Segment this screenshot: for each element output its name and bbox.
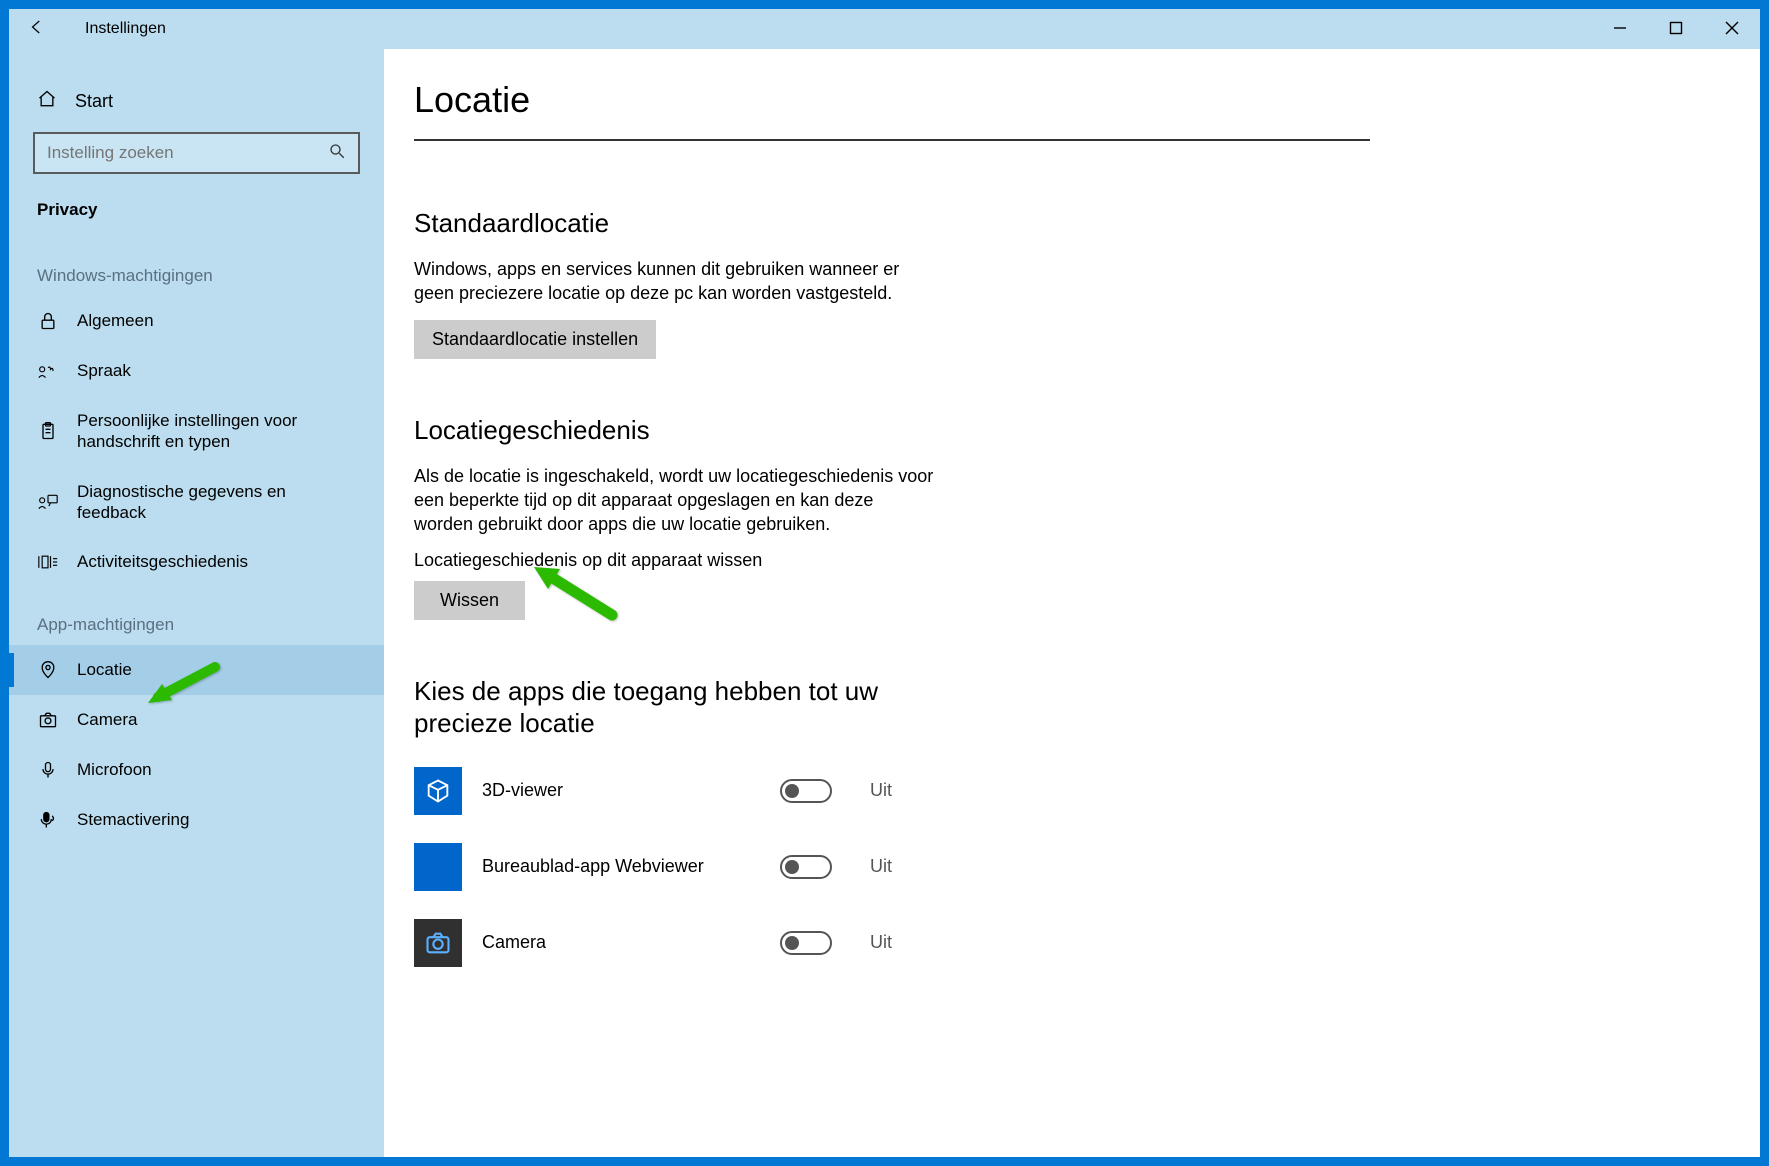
sidebar-item-label: Camera: [77, 709, 356, 730]
truncated-line: [414, 127, 1650, 148]
section-default-location-desc: Windows, apps en services kunnen dit geb…: [414, 257, 934, 306]
category-label: Privacy: [9, 194, 384, 238]
app-icon-camera: [414, 919, 462, 967]
sidebar-item-diagnostics[interactable]: Diagnostische gegevens en feedback: [9, 467, 384, 538]
maximize-button[interactable]: [1648, 21, 1704, 38]
sidebar-item-label: Microfoon: [77, 759, 356, 780]
app-toggle-state: Uit: [870, 932, 892, 953]
settings-window: Instellingen Start: [8, 8, 1761, 1158]
page-title: Locatie: [414, 79, 1650, 121]
app-name: Bureaublad-app Webviewer: [482, 856, 752, 877]
home-icon: [37, 89, 57, 114]
section-history-desc: Als de locatie is ingeschakeld, wordt uw…: [414, 464, 934, 537]
sidebar-item-location[interactable]: Locatie: [9, 645, 384, 695]
app-row-camera: Camera Uit: [414, 919, 1650, 967]
sidebar-item-label: Persoonlijke instellingen voor handschri…: [77, 410, 356, 453]
home-label: Start: [75, 91, 113, 112]
sidebar-item-label: Algemeen: [77, 310, 356, 331]
sidebar-item-voice-activation[interactable]: Stemactivering: [9, 795, 384, 845]
app-name: Camera: [482, 932, 752, 953]
clipboard-icon: [37, 420, 59, 442]
search-wrap: [9, 124, 384, 194]
clear-history-button[interactable]: Wissen: [414, 581, 525, 620]
section-history-title: Locatiegeschiedenis: [414, 415, 1650, 446]
app-row-3d-viewer: 3D-viewer Uit: [414, 767, 1650, 815]
set-default-location-button[interactable]: Standaardlocatie instellen: [414, 320, 656, 359]
app-icon-webviewer: [414, 843, 462, 891]
sidebar-item-microphone[interactable]: Microfoon: [9, 745, 384, 795]
app-icon-3d: [414, 767, 462, 815]
mic-icon: [37, 759, 59, 781]
sidebar-item-home[interactable]: Start: [9, 79, 384, 124]
app-row-webviewer: Bureaublad-app Webviewer Uit: [414, 843, 1650, 891]
clear-history-label: Locatiegeschiedenis op dit apparaat wiss…: [414, 550, 1650, 571]
camera-icon: [37, 709, 59, 731]
app-toggle[interactable]: [780, 855, 832, 879]
sidebar-item-label: Diagnostische gegevens en feedback: [77, 481, 356, 524]
sidebar: Start Privacy Windows-machtigingen Algem…: [9, 49, 384, 1157]
sidebar-item-label: Stemactivering: [77, 809, 356, 830]
voice-icon: [37, 809, 59, 831]
search-input[interactable]: [33, 132, 360, 174]
app-toggle-state: Uit: [870, 856, 892, 877]
speech-icon: [37, 360, 59, 382]
app-toggle-state: Uit: [870, 780, 892, 801]
close-button[interactable]: [1704, 21, 1760, 38]
titlebar: Instellingen: [9, 9, 1760, 49]
feedback-icon: [37, 491, 59, 513]
history-icon: [37, 551, 59, 573]
lock-icon: [37, 310, 59, 332]
window-title: Instellingen: [85, 20, 166, 38]
minimize-button[interactable]: [1592, 21, 1648, 38]
sidebar-item-label: Activiteitsgeschiedenis: [77, 551, 356, 572]
sidebar-item-inking[interactable]: Persoonlijke instellingen voor handschri…: [9, 396, 384, 467]
app-name: 3D-viewer: [482, 780, 752, 801]
location-icon: [37, 659, 59, 681]
apps-section-title: Kies de apps die toegang hebben tot uw p…: [414, 676, 954, 738]
group-windows-perms: Windows-machtigingen: [9, 238, 384, 296]
app-toggle[interactable]: [780, 931, 832, 955]
section-default-location-title: Standaardlocatie: [414, 208, 1650, 239]
back-button[interactable]: [9, 18, 65, 41]
search-icon: [328, 142, 346, 165]
sidebar-item-activity[interactable]: Activiteitsgeschiedenis: [9, 537, 384, 587]
group-app-perms: App-machtigingen: [9, 587, 384, 645]
sidebar-item-general[interactable]: Algemeen: [9, 296, 384, 346]
content-area[interactable]: Locatie Standaardlocatie Windows, apps e…: [384, 49, 1760, 1157]
app-toggle[interactable]: [780, 779, 832, 803]
sidebar-item-speech[interactable]: Spraak: [9, 346, 384, 396]
sidebar-item-camera[interactable]: Camera: [9, 695, 384, 745]
sidebar-item-label: Locatie: [77, 659, 356, 680]
sidebar-item-label: Spraak: [77, 360, 356, 381]
